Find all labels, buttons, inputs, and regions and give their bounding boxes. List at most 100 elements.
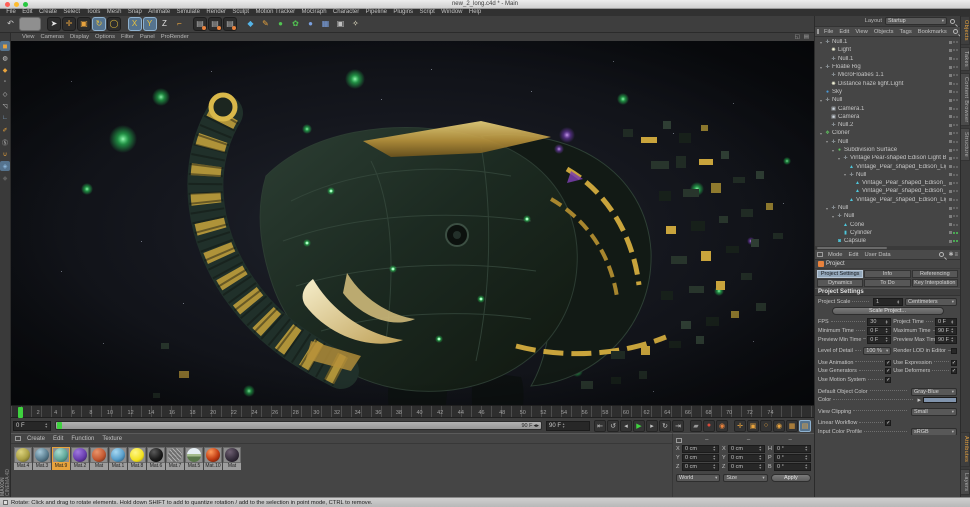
next-frame-button[interactable]: ▸ (646, 420, 658, 432)
visibility-toggles[interactable] (946, 182, 960, 185)
menu-edit[interactable]: Edit (19, 9, 36, 16)
goto-end-button[interactable]: ⇥ (672, 420, 684, 432)
visibility-toggles[interactable] (946, 107, 960, 110)
tree-item-null-21[interactable]: ▾✛Null (815, 212, 960, 220)
coord-size-select[interactable]: Size▾ (723, 474, 767, 482)
checkbox-checked[interactable]: ✓ (885, 360, 891, 366)
tree-item-microfloaties-1-1-4[interactable]: ✛MicroFloaties 1.1 (815, 71, 960, 79)
previous-frame-button[interactable]: ◂ (620, 420, 632, 432)
magnet-snap-icon[interactable]: ∪ (0, 149, 10, 159)
lock-z-axis-icon[interactable]: Z (158, 17, 172, 31)
coord-value-field[interactable]: 0 °▲▼ (774, 463, 811, 471)
om-menu-bookmarks[interactable]: Bookmarks (915, 29, 950, 35)
object-manager-hscrollbar[interactable] (815, 246, 960, 250)
search-icon[interactable] (950, 19, 955, 24)
panel-tab-content-browser[interactable]: Content Browser (961, 73, 970, 126)
coord-value-field[interactable]: 0 cm▲▼ (728, 445, 765, 453)
workplane-icon[interactable]: ◈ (0, 161, 10, 171)
end-frame-field[interactable]: 90 F ▲▼ (546, 421, 590, 431)
live-selection-icon[interactable]: ➤ (47, 17, 61, 31)
value-field[interactable]: 0 F▲▼ (867, 327, 891, 335)
viewport-menu-cameras[interactable]: Cameras (37, 34, 67, 40)
visibility-toggles[interactable] (946, 165, 960, 168)
visibility-toggles[interactable] (946, 223, 960, 226)
visibility-toggles[interactable] (946, 190, 960, 193)
render-to-picture-viewer-icon[interactable]: ▤ (208, 17, 222, 31)
dropdown-centimeters[interactable]: Centimeters▾ (905, 298, 957, 306)
menu-file[interactable]: File (3, 9, 19, 16)
menu-window[interactable]: Window (438, 9, 466, 16)
visibility-toggles[interactable] (946, 90, 960, 93)
lock-x-axis-icon[interactable]: X (128, 17, 142, 31)
free-rotate-tool-icon[interactable]: ◯ (107, 17, 121, 31)
loop-button[interactable]: ↻ (659, 420, 671, 432)
tree-item-null-1-0[interactable]: ▾✛Null.1 (815, 38, 960, 46)
coord-value-field[interactable]: 0 cm▲▼ (682, 463, 719, 471)
tree-item-camera-9[interactable]: ▣Camera (815, 113, 960, 121)
menu-snap[interactable]: Snap (125, 9, 145, 16)
coord-stepper-icon[interactable]: ▲▼ (759, 464, 762, 469)
tab-project-settings[interactable]: Project Settings (817, 270, 863, 278)
panel-tab-attributes[interactable]: Attributes (961, 432, 970, 466)
tree-item-null-12[interactable]: ▾✛Null (815, 138, 960, 146)
tree-item-light-1[interactable]: ✺Light (815, 46, 960, 54)
material-mat-4[interactable]: Mat (90, 447, 108, 470)
tree-item-subdivision-surface-13[interactable]: ▾●Subdivision Surface (815, 146, 960, 154)
menu-plugins[interactable]: Plugins (390, 9, 416, 16)
coordinates-mode-dropdown-1[interactable]: – (728, 437, 770, 443)
dropdown-small[interactable]: Small▾ (911, 408, 957, 416)
menu-animate[interactable]: Animate (145, 9, 173, 16)
polygons-mode-icon[interactable]: ◹ (0, 101, 10, 111)
coord-value-field[interactable]: 0 cm▲▼ (728, 463, 765, 471)
dropdown-gray-blue[interactable]: Gray-Blue▾ (911, 388, 957, 396)
dropdown-srgb[interactable]: sRGB▾ (911, 428, 957, 435)
color-swatch[interactable] (923, 397, 957, 403)
visibility-toggles[interactable] (946, 66, 960, 69)
coord-stepper-icon[interactable]: ▲▼ (713, 446, 716, 451)
material-menu-function[interactable]: Function (67, 436, 98, 442)
menu-mesh[interactable]: Mesh (104, 9, 125, 16)
tree-item-vintage-pear-shaped-edison-light-bulb-glass-bulb-19[interactable]: ▲Vintage_Pear_shaped_Edison_Light_Bulb_g… (815, 196, 960, 204)
apply-button[interactable]: Apply (771, 474, 811, 482)
coord-stepper-icon[interactable]: ▲▼ (805, 464, 808, 469)
menu-pipeline[interactable]: Pipeline (362, 9, 390, 16)
edges-mode-icon[interactable]: ◇ (0, 89, 10, 99)
undo-icon[interactable]: ↶ (4, 17, 18, 31)
coord-stepper-icon[interactable]: ▲▼ (713, 464, 716, 469)
coord-value-field[interactable]: 0 cm▲▼ (682, 454, 719, 462)
tree-item-null-1-2[interactable]: ✛Null.1 (815, 55, 960, 63)
checkbox-unchecked[interactable] (951, 348, 957, 354)
coordinate-system-icon[interactable]: ⌐ (173, 17, 187, 31)
current-frame-field[interactable]: 0 F ▲▼ (13, 421, 51, 431)
model-mode-icon[interactable]: ◼ (0, 41, 10, 51)
end-frame-stepper-icon[interactable]: ▲▼ (562, 423, 565, 428)
viewport-maximize-icon[interactable]: ◱ (793, 34, 802, 40)
locked-workplane-icon[interactable]: ◆ (0, 173, 10, 183)
autokeying-button[interactable]: ◉ (716, 420, 728, 432)
value-field[interactable]: 90 F▲▼ (935, 336, 957, 344)
texture-mode-icon[interactable]: ◍ (0, 53, 10, 63)
visibility-toggles[interactable] (946, 124, 960, 127)
viewport-menu-view[interactable]: View (19, 34, 37, 40)
panel-tab-objects[interactable]: Objects (961, 16, 970, 45)
timeline-ruler[interactable]: 0246810121416182022242628303234363840424… (11, 405, 814, 418)
om-search-icon[interactable] (953, 29, 958, 34)
tree-item-cloner-11[interactable]: ▾❖Cloner (815, 129, 960, 137)
timeline-scrubber[interactable]: 90 F◂▸ (55, 421, 542, 430)
material-mat-4-0[interactable]: Mat.4 (14, 447, 32, 470)
value-field[interactable]: 90 F▲▼ (935, 327, 957, 335)
material-mat-8-6[interactable]: Mat.8 (128, 447, 146, 470)
frame-stepper-icon[interactable]: ▲▼ (45, 423, 48, 428)
viewport-menu-prorender[interactable]: ProRender (158, 34, 192, 40)
menu-help[interactable]: Help (466, 9, 485, 16)
pen-spline-icon[interactable]: ✎ (259, 17, 273, 31)
tab-info[interactable]: Info (864, 270, 910, 278)
panel-tab-layers[interactable]: Layers (961, 469, 970, 495)
visibility-toggles[interactable] (946, 149, 960, 152)
material-mat-6-7[interactable]: Mat.6 (147, 447, 165, 470)
checkbox-checked[interactable]: ✓ (951, 368, 957, 374)
tab-key-interpolation[interactable]: Key Interpolation (912, 279, 958, 287)
snap-settings-icon[interactable]: Ⓢ (0, 137, 10, 147)
add-primitive-cube-icon[interactable]: ◆ (244, 17, 258, 31)
om-menu-file[interactable]: File (821, 29, 836, 35)
